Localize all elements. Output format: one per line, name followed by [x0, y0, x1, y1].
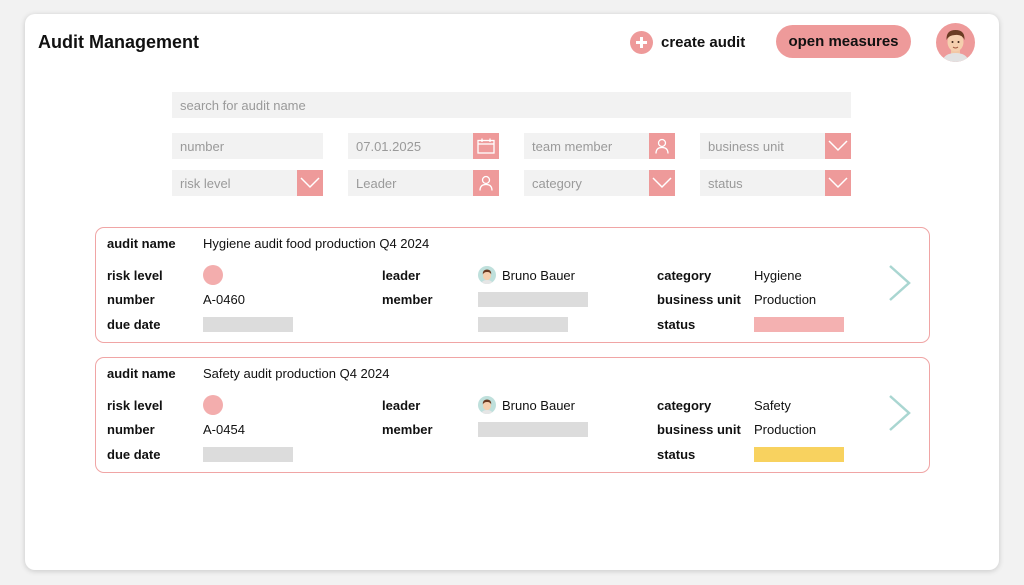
chevron-right-icon[interactable]	[888, 394, 912, 432]
business-unit-value: Production	[754, 292, 817, 307]
category-label: category	[657, 398, 712, 413]
risk-level-indicator	[203, 395, 223, 415]
business-unit-filter-placeholder: business unit	[708, 138, 784, 154]
member-placeholder	[478, 317, 568, 332]
number-filter-placeholder: number	[180, 138, 225, 154]
create-audit-label: create audit	[661, 33, 746, 51]
team-member-filter[interactable]: team member	[524, 133, 675, 159]
risk-level-indicator	[203, 265, 223, 285]
business-unit-value: Production	[754, 422, 817, 437]
calendar-icon	[477, 138, 495, 154]
risk-level-dropdown-button[interactable]	[297, 170, 323, 196]
calendar-button[interactable]	[473, 133, 499, 159]
user-avatar[interactable]	[936, 23, 975, 62]
risk-level-filter[interactable]: risk level	[172, 170, 323, 196]
status-indicator	[754, 447, 844, 462]
leader-name: Bruno Bauer	[502, 267, 575, 283]
number-value: A-0460	[203, 292, 245, 307]
date-filter[interactable]: 07.01.2025	[348, 133, 499, 159]
leader-filter-placeholder: Leader	[356, 175, 397, 191]
leader-picker-button[interactable]	[473, 170, 499, 196]
member-placeholder	[478, 292, 588, 307]
status-filter-placeholder: status	[708, 175, 743, 191]
status-label: status	[657, 447, 696, 462]
risk-level-label: risk level	[107, 268, 163, 283]
status-label: status	[657, 317, 696, 332]
leader-filter[interactable]: Leader	[348, 170, 499, 196]
due-date-placeholder	[203, 317, 293, 332]
leader-name: Bruno Bauer	[502, 397, 575, 413]
chevron-down-icon	[300, 177, 320, 189]
leader-avatar-icon	[481, 399, 493, 414]
date-filter-value: 07.01.2025	[356, 138, 422, 154]
category-label: category	[657, 268, 712, 283]
audit-name-label: audit name	[107, 236, 176, 251]
leader-label: leader	[382, 268, 421, 283]
leader-avatar-icon	[481, 269, 493, 284]
risk-level-filter-placeholder: risk level	[180, 175, 231, 191]
business-unit-dropdown-button[interactable]	[825, 133, 851, 159]
audit-card[interactable]: audit name Safety audit production Q4 20…	[95, 357, 930, 473]
chevron-down-icon	[652, 177, 672, 189]
number-label: number	[107, 422, 155, 437]
audit-name-label: audit name	[107, 366, 176, 381]
open-measures-button[interactable]: open measures	[776, 25, 911, 58]
status-dropdown-button[interactable]	[825, 170, 851, 196]
number-value: A-0454	[203, 422, 245, 437]
category-filter[interactable]: category	[524, 170, 675, 196]
category-value: Hygiene	[754, 268, 802, 283]
leader-value: Bruno Bauer	[478, 266, 575, 284]
audit-name-value: Safety audit production Q4 2024	[203, 366, 390, 381]
person-icon	[479, 175, 493, 191]
member-label: member	[382, 422, 433, 437]
chevron-right-icon[interactable]	[888, 264, 912, 302]
leader-label: leader	[382, 398, 421, 413]
category-dropdown-button[interactable]	[649, 170, 675, 196]
chevron-down-icon	[828, 140, 848, 152]
team-member-filter-placeholder: team member	[532, 138, 613, 154]
business-unit-label: business unit	[657, 422, 741, 437]
search-input[interactable]: search for audit name	[172, 92, 851, 118]
page-title: Audit Management	[38, 32, 200, 52]
audit-card[interactable]: audit name Hygiene audit food production…	[95, 227, 930, 343]
team-member-picker-button[interactable]	[649, 133, 675, 159]
category-filter-placeholder: category	[532, 175, 582, 191]
create-audit-button[interactable]: create audit	[630, 30, 745, 54]
chevron-down-icon	[828, 177, 848, 189]
risk-level-label: risk level	[107, 398, 163, 413]
leader-avatar	[478, 266, 496, 284]
search-placeholder: search for audit name	[180, 97, 306, 113]
category-value: Safety	[754, 398, 791, 413]
audit-name-value: Hygiene audit food production Q4 2024	[203, 236, 430, 251]
member-placeholder	[478, 422, 588, 437]
business-unit-filter[interactable]: business unit	[700, 133, 851, 159]
number-filter[interactable]: number	[172, 133, 323, 159]
due-date-placeholder	[203, 447, 293, 462]
app-window: Audit Management create audit open measu…	[25, 14, 999, 570]
person-icon	[655, 138, 669, 154]
leader-value: Bruno Bauer	[478, 396, 575, 414]
leader-avatar	[478, 396, 496, 414]
due-date-label: due date	[107, 447, 161, 462]
plus-icon	[630, 30, 653, 54]
user-avatar-icon	[942, 30, 969, 62]
member-label: member	[382, 292, 433, 307]
business-unit-label: business unit	[657, 292, 741, 307]
number-label: number	[107, 292, 155, 307]
due-date-label: due date	[107, 317, 161, 332]
status-filter[interactable]: status	[700, 170, 851, 196]
status-indicator	[754, 317, 844, 332]
